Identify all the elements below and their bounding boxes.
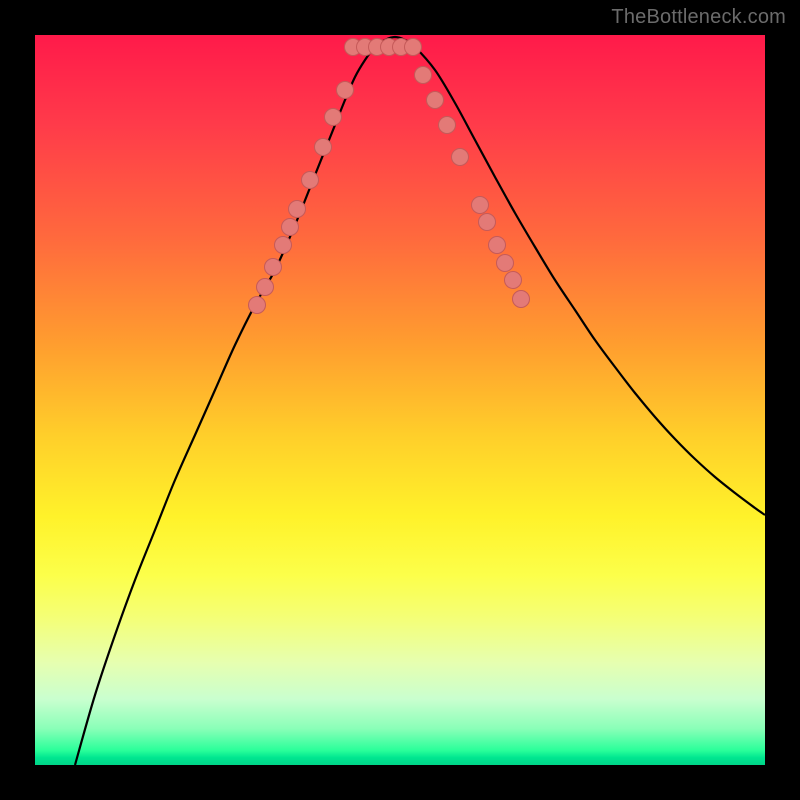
marker-dot	[479, 214, 496, 231]
marker-dot	[265, 259, 282, 276]
marker-dot	[427, 92, 444, 109]
marker-dot	[325, 109, 342, 126]
marker-dot	[282, 219, 299, 236]
marker-dot	[405, 39, 422, 56]
marker-dot	[275, 237, 292, 254]
marker-dot	[289, 201, 306, 218]
chart-frame: TheBottleneck.com	[0, 0, 800, 800]
marker-dot	[452, 149, 469, 166]
watermark-text: TheBottleneck.com	[611, 6, 786, 29]
marker-dot	[337, 82, 354, 99]
marker-dot	[513, 291, 530, 308]
marker-dot	[315, 139, 332, 156]
marker-dot	[472, 197, 489, 214]
marker-dot	[257, 279, 274, 296]
plot-area	[35, 35, 765, 765]
marker-dot	[497, 255, 514, 272]
marker-dot	[489, 237, 506, 254]
marker-dot	[439, 117, 456, 134]
chart-svg	[35, 35, 765, 765]
marker-dot	[505, 272, 522, 289]
marker-dot	[302, 172, 319, 189]
marker-dot	[249, 297, 266, 314]
chart-markers	[249, 39, 530, 314]
chart-curve	[75, 37, 765, 765]
marker-dot	[415, 67, 432, 84]
